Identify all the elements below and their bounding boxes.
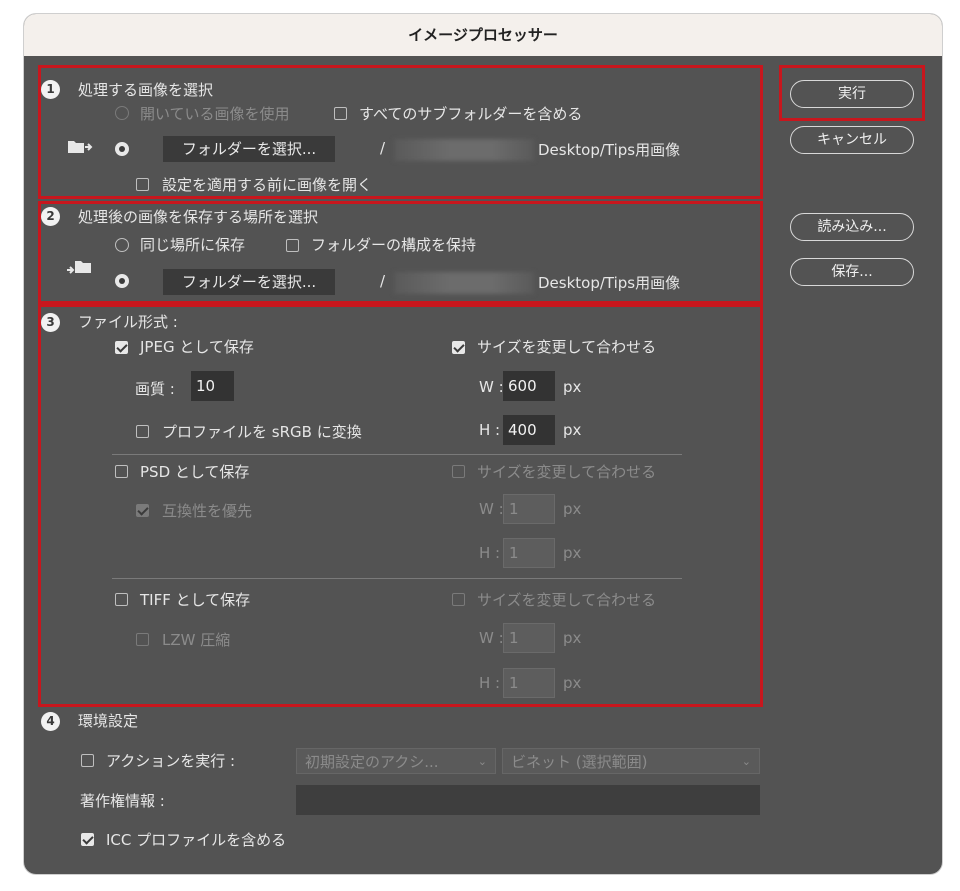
action-name-value: ビネット (選択範囲) bbox=[511, 753, 648, 771]
run-button[interactable]: 実行 bbox=[790, 80, 914, 108]
image-processor-dialog: イメージプロセッサー 1 処理する画像を選択 開いている画像を使用 すべてのサブ… bbox=[24, 14, 942, 874]
window-title: イメージプロセッサー bbox=[24, 14, 942, 56]
section-3-highlight bbox=[38, 304, 763, 707]
load-button[interactable]: 読み込み... bbox=[790, 213, 914, 241]
copyright-input[interactable] bbox=[296, 785, 760, 815]
section-2-highlight bbox=[38, 201, 763, 304]
chevron-down-icon: ⌄ bbox=[477, 755, 487, 768]
action-set-value: 初期設定のアクシ... bbox=[305, 753, 439, 771]
section-4-title: 環境設定 bbox=[78, 712, 139, 730]
section-1-highlight bbox=[38, 65, 763, 199]
copyright-label: 著作権情報 : bbox=[80, 792, 165, 810]
section-4-number: 4 bbox=[41, 712, 60, 731]
chevron-down-icon: ⌄ bbox=[741, 755, 751, 768]
include-icc-checkbox[interactable] bbox=[81, 833, 94, 846]
run-action-checkbox[interactable] bbox=[81, 754, 94, 767]
include-icc-label: ICC プロファイルを含める bbox=[106, 831, 287, 849]
save-button[interactable]: 保存... bbox=[790, 258, 914, 286]
action-name-select[interactable]: ビネット (選択範囲) ⌄ bbox=[502, 748, 760, 774]
action-set-select[interactable]: 初期設定のアクシ... ⌄ bbox=[296, 748, 496, 774]
cancel-button[interactable]: キャンセル bbox=[790, 126, 914, 154]
run-action-label: アクションを実行 : bbox=[106, 752, 236, 770]
